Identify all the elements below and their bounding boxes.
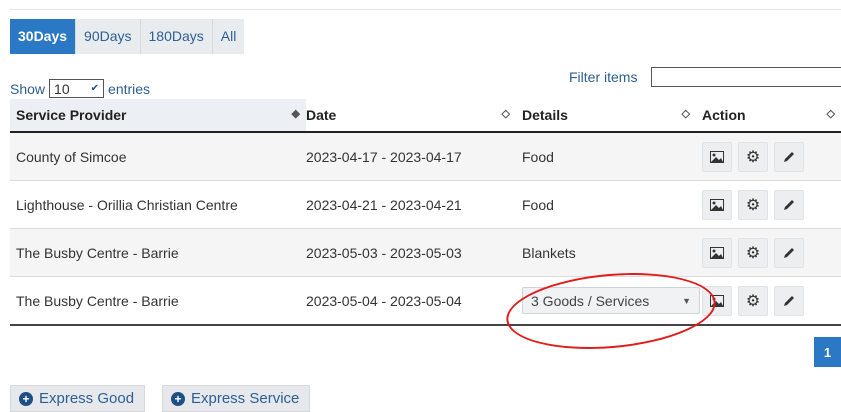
provider-table: Service Provider ◆ Date ◇ Details ◇ Acti… bbox=[10, 99, 841, 326]
plus-circle-icon: + bbox=[19, 391, 33, 406]
sort-icon: ◇ bbox=[501, 108, 510, 120]
settings-button[interactable]: ⚙ bbox=[738, 141, 768, 172]
table-row: County of Simcoe 2023-04-17 - 2023-04-17… bbox=[10, 132, 841, 181]
edit-button[interactable] bbox=[774, 237, 804, 268]
sort-icon: ◆ bbox=[291, 108, 300, 120]
provider-cell: The Busby Centre - Barrie bbox=[10, 276, 306, 326]
provider-cell: County of Simcoe bbox=[10, 132, 306, 181]
column-header-action[interactable]: Action ◇ bbox=[696, 99, 841, 133]
pencil-icon bbox=[784, 295, 794, 306]
top-divider bbox=[10, 9, 841, 10]
image-button[interactable] bbox=[702, 237, 732, 268]
image-button[interactable] bbox=[702, 141, 732, 172]
column-header-label: Details bbox=[522, 107, 568, 123]
gear-icon: ⚙ bbox=[745, 148, 761, 166]
image-button[interactable] bbox=[702, 189, 732, 220]
tab-180days[interactable]: 180Days bbox=[140, 19, 213, 54]
table-row: Lighthouse - Orillia Christian Centre 20… bbox=[10, 180, 841, 229]
details-dropdown-value: 3 Goods / Services bbox=[531, 292, 650, 309]
pencil-icon bbox=[784, 151, 794, 162]
tab-90days[interactable]: 90Days bbox=[76, 19, 141, 54]
image-icon bbox=[710, 246, 724, 259]
column-header-label: Action bbox=[702, 107, 746, 123]
caret-down-icon: ▼ bbox=[682, 295, 691, 306]
settings-button[interactable]: ⚙ bbox=[738, 285, 768, 316]
action-cell: ⚙ bbox=[696, 276, 841, 326]
express-service-label: Express Service bbox=[191, 390, 300, 407]
express-good-button[interactable]: + Express Good bbox=[10, 385, 146, 412]
table-header-row: Service Provider ◆ Date ◇ Details ◇ Acti… bbox=[10, 99, 841, 133]
sort-icon: ◇ bbox=[681, 108, 690, 120]
details-cell: 3 Goods / Services ▼ bbox=[516, 276, 700, 326]
provider-cell: Lighthouse - Orillia Christian Centre bbox=[10, 180, 306, 229]
filter-input[interactable] bbox=[651, 67, 841, 87]
details-cell: Food bbox=[516, 180, 696, 229]
image-button[interactable] bbox=[702, 285, 732, 316]
tab-all[interactable]: All bbox=[212, 19, 245, 54]
settings-button[interactable]: ⚙ bbox=[738, 189, 768, 220]
action-cell: ⚙ bbox=[696, 132, 841, 181]
column-header-details[interactable]: Details ◇ bbox=[516, 99, 696, 133]
column-header-date[interactable]: Date ◇ bbox=[306, 99, 516, 133]
entries-length-value: 10 bbox=[54, 80, 70, 97]
pencil-icon bbox=[784, 199, 794, 210]
edit-button[interactable] bbox=[774, 189, 804, 220]
sort-icon: ◇ bbox=[826, 108, 835, 120]
action-cell: ⚙ bbox=[696, 180, 841, 229]
page-button-current[interactable]: 1 bbox=[814, 337, 841, 367]
pencil-icon bbox=[784, 247, 794, 258]
date-cell: 2023-05-04 - 2023-05-04 bbox=[306, 276, 516, 326]
date-range-tabs: 30Days 90Days 180Days All bbox=[10, 19, 245, 54]
column-header-service-provider[interactable]: Service Provider ◆ bbox=[10, 99, 306, 133]
entries-length-select[interactable]: 10 ✔ bbox=[49, 79, 105, 98]
filter-label: Filter items bbox=[569, 69, 638, 85]
image-icon bbox=[710, 294, 724, 307]
date-cell: 2023-05-03 - 2023-05-03 bbox=[306, 228, 516, 277]
table-row: The Busby Centre - Barrie 2023-05-03 - 2… bbox=[10, 228, 841, 277]
show-label: Show bbox=[10, 80, 46, 97]
image-icon bbox=[710, 198, 724, 211]
plus-circle-icon: + bbox=[171, 391, 185, 406]
chevron-down-icon: ✔ bbox=[90, 83, 100, 94]
tab-30days[interactable]: 30Days bbox=[10, 19, 77, 54]
column-header-label: Date bbox=[306, 107, 337, 123]
settings-button[interactable]: ⚙ bbox=[738, 237, 768, 268]
gear-icon: ⚙ bbox=[745, 244, 761, 262]
details-dropdown[interactable]: 3 Goods / Services ▼ bbox=[522, 287, 700, 314]
express-service-button[interactable]: + Express Service bbox=[162, 385, 311, 412]
date-cell: 2023-04-17 - 2023-04-17 bbox=[306, 132, 516, 181]
table-row: The Busby Centre - Barrie 2023-05-04 - 2… bbox=[10, 276, 841, 326]
gear-icon: ⚙ bbox=[745, 292, 761, 310]
provider-cell: The Busby Centre - Barrie bbox=[10, 228, 306, 277]
entries-label: entries bbox=[108, 80, 151, 97]
entries-length-control: Show 10 ✔ entries bbox=[10, 79, 150, 98]
details-cell: Food bbox=[516, 132, 696, 181]
column-header-label: Service Provider bbox=[16, 107, 127, 123]
date-cell: 2023-04-21 - 2023-04-21 bbox=[306, 180, 516, 229]
edit-button[interactable] bbox=[774, 285, 804, 316]
action-cell: ⚙ bbox=[696, 228, 841, 277]
gear-icon: ⚙ bbox=[745, 196, 761, 214]
edit-button[interactable] bbox=[774, 141, 804, 172]
details-cell: Blankets bbox=[516, 228, 696, 277]
express-good-label: Express Good bbox=[39, 390, 135, 407]
image-icon bbox=[710, 150, 724, 163]
